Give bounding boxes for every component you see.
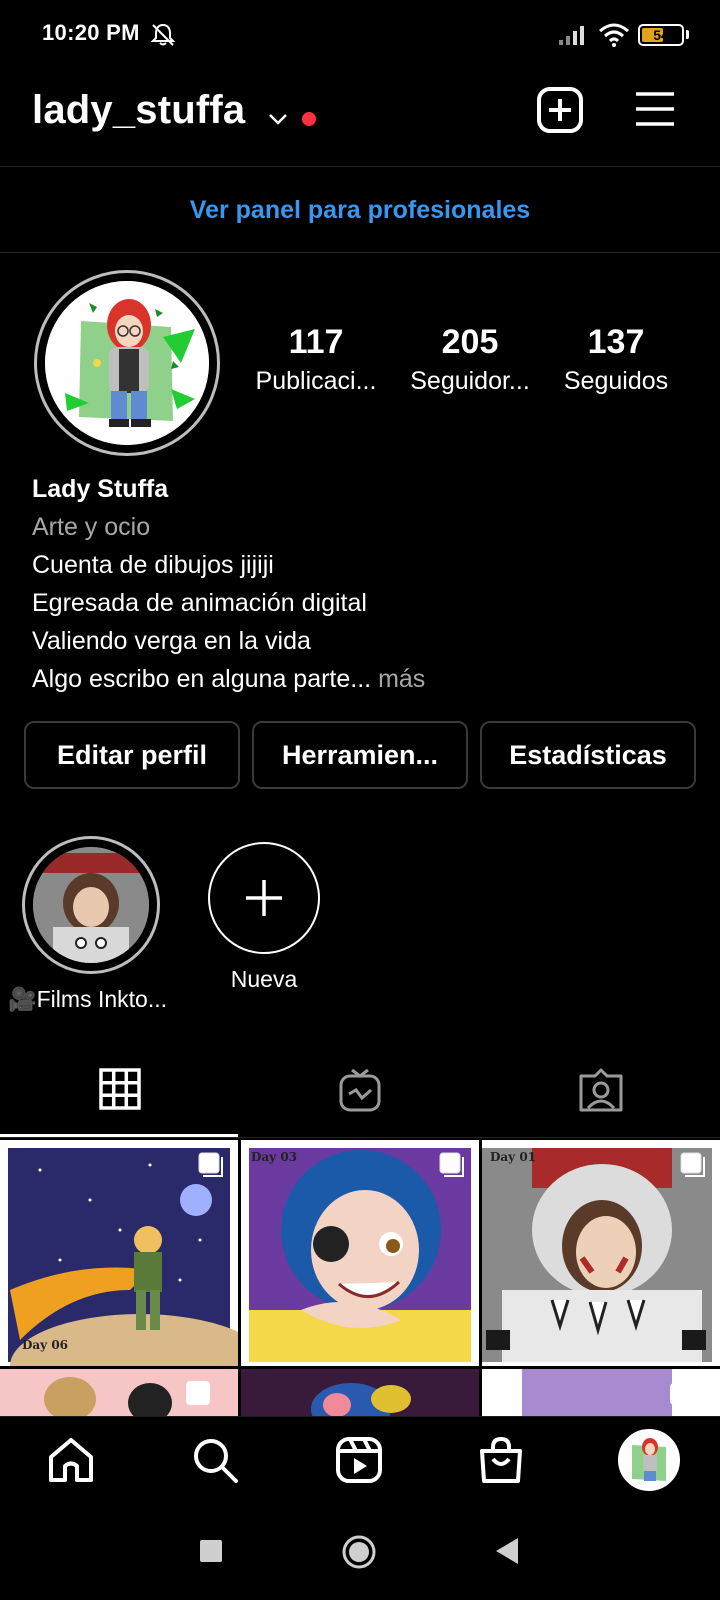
multiple-photos-icon (680, 1152, 705, 1177)
profile-tab-avatar[interactable] (618, 1429, 680, 1491)
back-icon[interactable] (494, 1536, 520, 1566)
stat-following[interactable]: 137 Seguidos (552, 322, 680, 400)
post-caption: Day 06 (22, 1338, 69, 1352)
new-highlight-circle (208, 842, 320, 954)
stat-followers[interactable]: 205 Seguidor... (400, 322, 540, 400)
stat-following-count: 137 (587, 323, 645, 361)
bell-muted-icon (150, 23, 176, 46)
edit-profile-button[interactable]: Editar perfil (24, 721, 240, 789)
stat-followers-label: Seguidor... (410, 367, 530, 395)
post-thumbnail[interactable]: Day 01 (482, 1140, 720, 1366)
bio-line: Egresada de animación digital (32, 589, 367, 617)
bio-line-truncated: Algo escribo en alguna parte... más (32, 660, 692, 698)
status-time: 10:20 PM (42, 20, 140, 45)
stat-followers-count: 205 (441, 323, 499, 361)
post-thumbnail[interactable] (482, 1369, 720, 1417)
post-caption: Day 03 (251, 1150, 298, 1164)
recent-apps-icon[interactable] (198, 1538, 224, 1564)
highlight-label: 🎥Films Inkto... (8, 986, 167, 1012)
account-switcher-username[interactable]: lady_stuffa (32, 88, 245, 133)
professional-dashboard-link[interactable]: Ver panel para profesionales (0, 168, 720, 252)
system-navigation (0, 1510, 720, 1600)
profile-name: Lady Stuffa (32, 475, 169, 503)
highlight-cover (22, 836, 160, 974)
tab-grid[interactable] (0, 1060, 240, 1136)
post-thumbnail[interactable]: Day 03 (241, 1140, 479, 1366)
shop-icon[interactable] (476, 1435, 526, 1485)
home-button-icon[interactable] (341, 1534, 377, 1570)
post-thumbnail[interactable]: Day 06 (0, 1140, 238, 1366)
stat-following-label: Seguidos (563, 367, 669, 395)
divider (0, 1137, 720, 1138)
professional-tools-button[interactable]: Herramien... (252, 721, 468, 789)
grid-icon (99, 1068, 141, 1110)
search-icon[interactable] (190, 1435, 240, 1485)
stat-posts-count: 117 (288, 323, 344, 361)
bio-last-line: Algo escribo en alguna parte... (32, 665, 372, 693)
bio-line: Cuenta de dibujos jijiji (32, 551, 274, 579)
profile-category: Arte y ocio (32, 513, 151, 541)
signal-icon (559, 26, 584, 45)
plus-icon (246, 880, 282, 916)
post-thumbnail[interactable] (0, 1369, 238, 1417)
tab-tagged[interactable] (480, 1060, 720, 1136)
igtv-icon (339, 1068, 381, 1112)
highlight-image (33, 847, 149, 963)
bio-line: Valiendo verga en la vida (32, 627, 311, 655)
highlight-films[interactable]: 🎥Films Inkto... (8, 836, 167, 1013)
tagged-person-icon (579, 1068, 623, 1112)
battery-level: 54 (653, 27, 669, 43)
chevron-down-icon[interactable] (266, 106, 290, 130)
battery-tip (686, 30, 689, 39)
create-post-icon[interactable] (536, 86, 584, 134)
tab-igtv[interactable] (240, 1060, 480, 1136)
bio-more-link[interactable]: más (371, 665, 425, 693)
profile-avatar[interactable] (34, 270, 220, 456)
divider (0, 252, 720, 253)
divider (0, 166, 720, 167)
post-thumbnail[interactable] (241, 1369, 479, 1417)
home-icon[interactable] (46, 1435, 96, 1485)
avatar-image (45, 281, 209, 445)
stat-posts[interactable]: 117 Publicaci... (250, 322, 382, 400)
post-caption: Day 01 (490, 1150, 537, 1164)
notification-dot (302, 112, 316, 126)
status-bar: 10:20 PM 54 (0, 0, 720, 70)
stat-posts-label: Publicaci... (255, 367, 377, 395)
profile-bio: Lady Stuffa Arte y ocio Cuenta de dibujo… (32, 470, 692, 698)
highlight-new[interactable]: Nueva (194, 842, 334, 993)
reels-icon[interactable] (334, 1435, 384, 1485)
highlight-label: Nueva (230, 966, 298, 992)
hamburger-menu-icon[interactable] (634, 90, 676, 128)
multiple-photos-icon (439, 1152, 464, 1177)
battery-icon: 54 (638, 24, 684, 46)
insights-button[interactable]: Estadísticas (480, 721, 696, 789)
multiple-photos-icon (198, 1152, 223, 1177)
profile-header: lady_stuffa (0, 76, 720, 166)
bottom-navigation (0, 1416, 720, 1506)
wifi-icon (599, 23, 629, 47)
